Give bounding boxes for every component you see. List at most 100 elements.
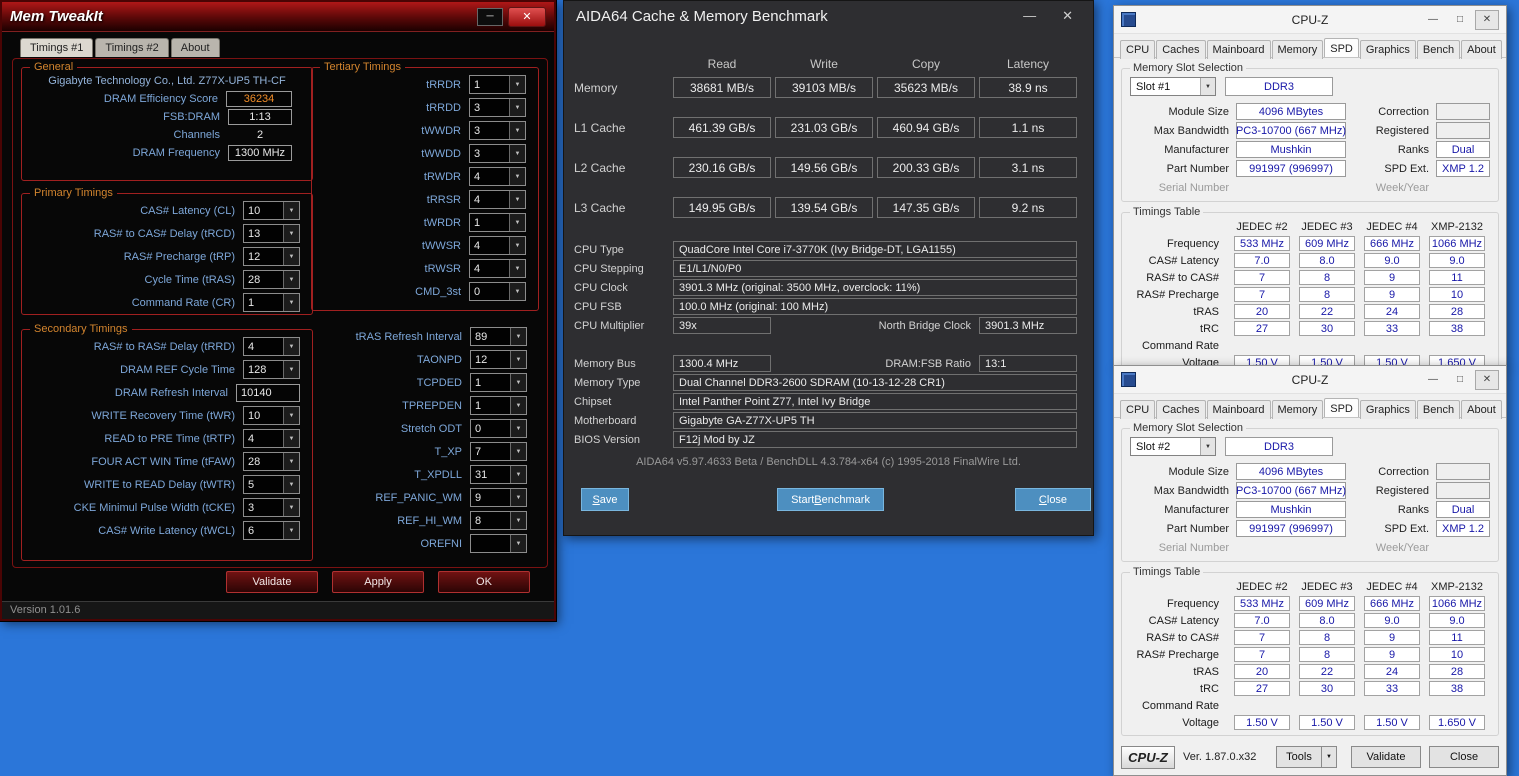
timing-dropdown[interactable]: 3 ▼: [469, 98, 526, 117]
timing-dropdown[interactable]: 0 ▼: [470, 419, 527, 438]
save-button[interactable]: Save: [581, 488, 629, 511]
timing-dropdown[interactable]: 1 ▼: [470, 396, 527, 415]
timing-dropdown[interactable]: 1 ▼: [469, 75, 526, 94]
close-button[interactable]: Close: [1015, 488, 1091, 511]
timing-dropdown[interactable]: 89 ▼: [470, 327, 527, 346]
close-button[interactable]: ✕: [1475, 9, 1499, 30]
timing-dropdown[interactable]: 4 ▼: [469, 190, 526, 209]
tab-timings-1[interactable]: Timings #1: [20, 38, 94, 57]
dropdown-arrow-icon[interactable]: ▼: [283, 271, 299, 288]
dropdown-arrow-icon[interactable]: ▼: [509, 237, 525, 254]
tools-dropdown-arrow[interactable]: ▼: [1322, 746, 1337, 768]
tab-bench[interactable]: Bench: [1416, 40, 1461, 59]
close-button[interactable]: Close: [1429, 746, 1499, 768]
tab-about[interactable]: About: [1461, 40, 1502, 59]
cpuz-titlebar[interactable]: CPU-Z — □ ✕: [1114, 366, 1506, 394]
tab-spd[interactable]: SPD: [1324, 38, 1359, 57]
tab-graphics[interactable]: Graphics: [1359, 400, 1416, 419]
timing-dropdown[interactable]: 4 ▼: [469, 167, 526, 186]
slot-select[interactable]: Slot #2 ▼: [1130, 437, 1216, 456]
close-button[interactable]: ✕: [508, 6, 546, 27]
maximize-button[interactable]: □: [1448, 10, 1472, 30]
dropdown-arrow-icon[interactable]: ▼: [510, 351, 526, 368]
dropdown-arrow-icon[interactable]: ▼: [1200, 78, 1215, 95]
timing-dropdown[interactable]: 0 ▼: [469, 282, 526, 301]
dropdown-arrow-icon[interactable]: ▼: [510, 397, 526, 414]
tab-cpu[interactable]: CPU: [1120, 400, 1156, 419]
tab-graphics[interactable]: Graphics: [1359, 40, 1416, 59]
timing-dropdown[interactable]: ▼: [470, 534, 527, 553]
dropdown-arrow-icon[interactable]: ▼: [283, 338, 299, 355]
dropdown-arrow-icon[interactable]: ▼: [283, 499, 299, 516]
tab-memory[interactable]: Memory: [1271, 40, 1324, 59]
dropdown-arrow-icon[interactable]: ▼: [510, 466, 526, 483]
dropdown-arrow-icon[interactable]: ▼: [283, 294, 299, 311]
start-benchmark-button[interactable]: Start Benchmark: [777, 488, 884, 511]
ok-button[interactable]: OK: [438, 571, 530, 593]
dropdown-arrow-icon[interactable]: ▼: [283, 361, 299, 378]
timing-dropdown[interactable]: 5 ▼: [243, 475, 300, 494]
dropdown-arrow-icon[interactable]: ▼: [509, 145, 525, 162]
timing-dropdown[interactable]: 4 ▼: [243, 337, 300, 356]
minimize-button[interactable]: —: [1421, 370, 1445, 390]
timing-dropdown[interactable]: 10 ▼: [243, 201, 300, 220]
cpuz-titlebar[interactable]: CPU-Z — □ ✕: [1114, 6, 1506, 34]
apply-button[interactable]: Apply: [332, 571, 424, 593]
timing-dropdown[interactable]: 9 ▼: [470, 488, 527, 507]
timing-dropdown[interactable]: 13 ▼: [243, 224, 300, 243]
dropdown-arrow-icon[interactable]: ▼: [283, 476, 299, 493]
minimize-button[interactable]: ─: [477, 7, 503, 26]
close-button[interactable]: ✕: [1475, 369, 1499, 390]
timing-dropdown[interactable]: 4 ▼: [243, 429, 300, 448]
tab-about[interactable]: About: [170, 38, 220, 57]
timing-dropdown[interactable]: 6 ▼: [243, 521, 300, 540]
dropdown-arrow-icon[interactable]: ▼: [509, 122, 525, 139]
dropdown-arrow-icon[interactable]: ▼: [283, 202, 299, 219]
validate-button[interactable]: Validate: [1351, 746, 1421, 768]
dropdown-arrow-icon[interactable]: ▼: [510, 328, 526, 345]
tab-cpu[interactable]: CPU: [1120, 40, 1156, 59]
dropdown-arrow-icon[interactable]: ▼: [510, 443, 526, 460]
tab-timings-2[interactable]: Timings #2: [95, 38, 169, 57]
tab-memory[interactable]: Memory: [1271, 400, 1324, 419]
dropdown-arrow-icon[interactable]: ▼: [510, 512, 526, 529]
timing-dropdown[interactable]: 4 ▼: [469, 236, 526, 255]
memtweakit-titlebar[interactable]: Mem TweakIt ─ ✕: [2, 2, 554, 32]
dropdown-arrow-icon[interactable]: ▼: [509, 260, 525, 277]
timing-dropdown[interactable]: 1 ▼: [243, 293, 300, 312]
timing-dropdown[interactable]: 4 ▼: [469, 259, 526, 278]
dropdown-arrow-icon[interactable]: ▼: [510, 374, 526, 391]
dropdown-arrow-icon[interactable]: ▼: [509, 283, 525, 300]
timing-dropdown[interactable]: 31 ▼: [470, 465, 527, 484]
tab-about[interactable]: About: [1461, 400, 1502, 419]
dropdown-arrow-icon[interactable]: ▼: [283, 522, 299, 539]
dropdown-arrow-icon[interactable]: ▼: [283, 430, 299, 447]
dropdown-arrow-icon[interactable]: ▼: [509, 76, 525, 93]
dropdown-arrow-icon[interactable]: ▼: [509, 214, 525, 231]
tab-bench[interactable]: Bench: [1416, 400, 1461, 419]
timing-dropdown[interactable]: 1 ▼: [470, 373, 527, 392]
timing-value-box[interactable]: 10140: [236, 383, 300, 402]
dropdown-arrow-icon[interactable]: ▼: [510, 420, 526, 437]
timing-dropdown[interactable]: 12 ▼: [243, 247, 300, 266]
timing-dropdown[interactable]: 8 ▼: [470, 511, 527, 530]
timing-dropdown[interactable]: 28 ▼: [243, 452, 300, 471]
timing-dropdown[interactable]: 3 ▼: [243, 498, 300, 517]
tab-mainboard[interactable]: Mainboard: [1206, 40, 1271, 59]
timing-dropdown[interactable]: 28 ▼: [243, 270, 300, 289]
timing-dropdown[interactable]: 10 ▼: [243, 406, 300, 425]
tab-caches[interactable]: Caches: [1156, 40, 1206, 59]
tab-spd[interactable]: SPD: [1324, 398, 1359, 417]
maximize-button[interactable]: □: [1448, 370, 1472, 390]
timing-dropdown[interactable]: 128 ▼: [243, 360, 300, 379]
tab-caches[interactable]: Caches: [1156, 400, 1206, 419]
timing-dropdown[interactable]: 3 ▼: [469, 121, 526, 140]
minimize-button[interactable]: —: [1421, 10, 1445, 30]
dropdown-arrow-icon[interactable]: ▼: [283, 407, 299, 424]
dropdown-arrow-icon[interactable]: ▼: [283, 248, 299, 265]
timing-dropdown[interactable]: 7 ▼: [470, 442, 527, 461]
dropdown-arrow-icon[interactable]: ▼: [283, 225, 299, 242]
timing-dropdown[interactable]: 12 ▼: [470, 350, 527, 369]
slot-select[interactable]: Slot #1 ▼: [1130, 77, 1216, 96]
timing-dropdown[interactable]: 3 ▼: [469, 144, 526, 163]
